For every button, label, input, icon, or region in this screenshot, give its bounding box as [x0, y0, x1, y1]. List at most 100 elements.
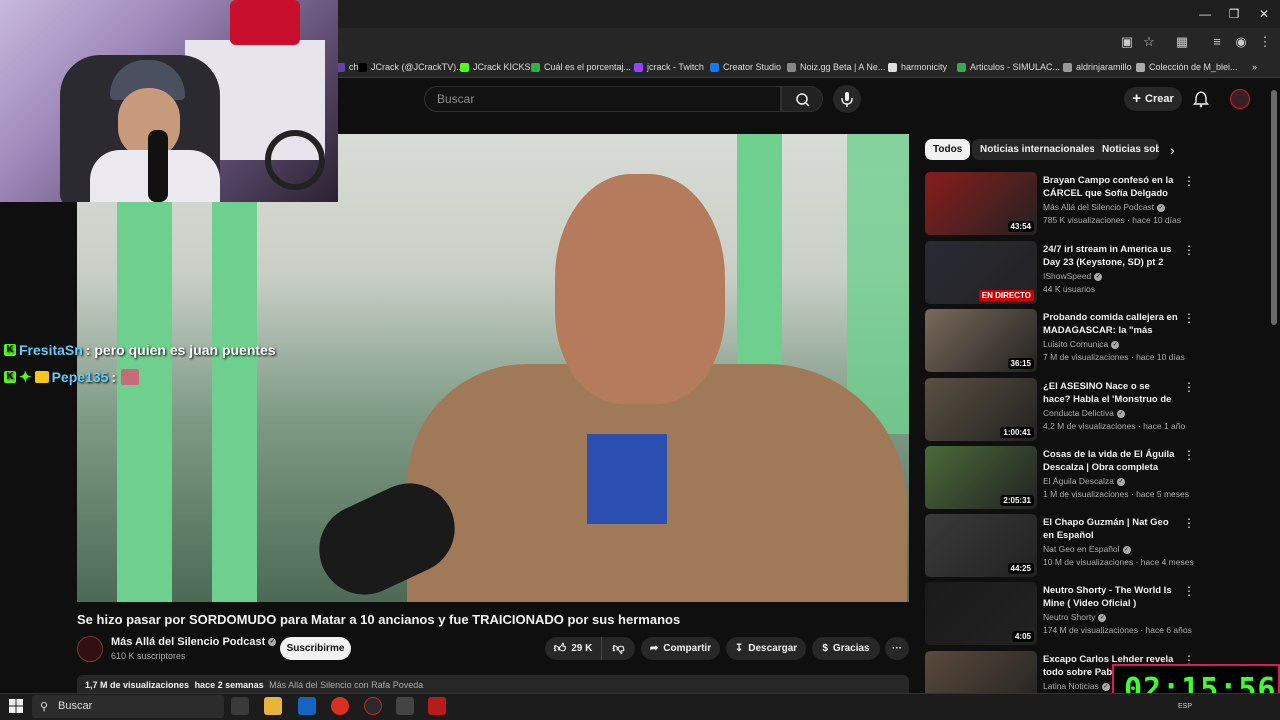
- bookmark-star-icon[interactable]: ☆: [1140, 33, 1158, 51]
- recommended-video[interactable]: EN DIRECTO 24/7 irl stream in America us …: [925, 241, 1270, 305]
- recommended-video-title[interactable]: Cosas de la vida de El Águila Descalza |…: [1043, 448, 1178, 474]
- recommended-channel[interactable]: Luisito Comunica ✓: [1043, 339, 1120, 349]
- windows-start-icon[interactable]: [8, 698, 24, 714]
- video-menu-icon[interactable]: ⋮: [1183, 174, 1195, 188]
- video-player[interactable]: [77, 134, 909, 602]
- recommended-channel[interactable]: Más Allá del Silencio Podcast ✓: [1043, 202, 1166, 212]
- channel-name[interactable]: Más Allá del Silencio Podcast ✓: [111, 636, 277, 648]
- subscriber-count: 610 K suscriptores: [111, 651, 186, 661]
- recommended-video-title[interactable]: 24/7 irl stream in America us Day 23 (Ke…: [1043, 243, 1178, 269]
- bookmark-item[interactable]: JCrack (@JCrackTV)...: [358, 59, 464, 75]
- video-menu-icon[interactable]: ⋮: [1183, 584, 1195, 598]
- chrome-icon[interactable]: [331, 697, 349, 715]
- video-thumbnail[interactable]: EN DIRECTO: [925, 241, 1037, 304]
- maximize-icon[interactable]: ❐: [1219, 4, 1249, 24]
- thanks-button[interactable]: $ Gracias: [812, 637, 880, 660]
- notifications-bell-icon[interactable]: [1192, 90, 1210, 108]
- profile-icon[interactable]: ◉: [1232, 33, 1250, 51]
- recommended-channel[interactable]: Conducta Delictiva ✓: [1043, 408, 1125, 418]
- chat-username: Pepe135: [51, 369, 109, 385]
- share-button[interactable]: ➦ Compartir: [641, 637, 720, 660]
- browser-menu-icon[interactable]: ⋮: [1256, 33, 1274, 51]
- page-scrollbar[interactable]: [1271, 90, 1277, 325]
- app-icon[interactable]: [396, 697, 414, 715]
- more-bookmarks-icon[interactable]: »: [1252, 59, 1257, 75]
- bookmark-item[interactable]: jcrack - Twitch: [634, 59, 704, 75]
- search-input[interactable]: Buscar: [424, 86, 781, 112]
- bookmark-item[interactable]: Colección de M_blei...: [1136, 59, 1238, 75]
- recommended-video[interactable]: 43:54 Brayan Campo confesó en la CÁRCEL q…: [925, 172, 1270, 236]
- video-menu-icon[interactable]: ⋮: [1183, 516, 1195, 530]
- bookmark-label: JCrack KICKS: [473, 62, 531, 72]
- minimize-icon[interactable]: —: [1190, 4, 1220, 24]
- extensions-icon[interactable]: ▦: [1173, 33, 1191, 51]
- video-menu-icon[interactable]: ⋮: [1183, 243, 1195, 257]
- taskbar-search-input[interactable]: Buscar: [32, 695, 224, 718]
- bookmark-item[interactable]: Noiz.gg Beta | A Ne...: [787, 59, 885, 75]
- bookmark-label: harmonicity: [901, 62, 948, 72]
- cast-icon[interactable]: ▣: [1118, 33, 1136, 51]
- recommended-video-title[interactable]: Brayan Campo confesó en la CÁRCEL que So…: [1043, 174, 1178, 200]
- video-thumbnail[interactable]: 36:15: [925, 309, 1037, 372]
- recommended-video-title[interactable]: Probando comida callejera en MADAGASCAR:…: [1043, 311, 1178, 337]
- recommended-channel[interactable]: IShowSpeed ✓: [1043, 271, 1103, 281]
- kick-badge-icon: K: [4, 371, 16, 383]
- recommended-video[interactable]: 4:05 Neutro Shorty - The World Is Mine ( …: [925, 582, 1270, 646]
- account-avatar[interactable]: [1230, 89, 1250, 109]
- description-box[interactable]: 1,7 M de visualizaciones hace 2 semanas …: [77, 675, 909, 693]
- recommended-channel[interactable]: Nat Geo en Español ✓: [1043, 544, 1131, 554]
- dislike-button[interactable]: 👎︎: [601, 637, 635, 660]
- emote-icon: [121, 369, 140, 385]
- recommended-channel[interactable]: Neutro Shorty ✓: [1043, 612, 1107, 622]
- recommended-channel[interactable]: Latina Noticias ✓: [1043, 681, 1110, 691]
- obs-icon[interactable]: [364, 697, 382, 715]
- video-menu-icon[interactable]: ⋮: [1183, 380, 1195, 394]
- create-button[interactable]: + Crear: [1124, 87, 1182, 111]
- chat-username: FresitaSn: [19, 342, 83, 358]
- bookmark-item[interactable]: harmonicity: [888, 59, 947, 75]
- task-view-icon[interactable]: [231, 697, 249, 715]
- chips-next-chevron-icon[interactable]: ›: [1170, 142, 1175, 158]
- bookmark-item[interactable]: Creator Studio: [710, 59, 781, 75]
- bookmark-item[interactable]: JCrack KICKS: [460, 59, 531, 75]
- recommended-channel-name: Nat Geo en Español: [1043, 544, 1120, 554]
- subscribe-button[interactable]: Suscribirme: [280, 637, 351, 660]
- video-thumbnail[interactable]: 4:05: [925, 582, 1037, 645]
- more-actions-button[interactable]: ···: [885, 637, 909, 660]
- bookmark-item[interactable]: Articulos - SIMULAC...: [957, 59, 1060, 75]
- bookmark-item[interactable]: ch: [336, 59, 359, 75]
- crown-badge-icon: [34, 371, 49, 383]
- recommended-video-title[interactable]: Neutro Shorty - The World Is Mine ( Vide…: [1043, 584, 1178, 610]
- recommended-video-title[interactable]: ¿El ASESINO Nace o se hace? Habla el 'Mo…: [1043, 380, 1178, 406]
- chip-international-news[interactable]: Noticias internacionales: [972, 139, 1104, 160]
- recommended-video[interactable]: 44:25 El Chapo Guzmán | Nat Geo en Españo…: [925, 514, 1270, 578]
- channel-avatar[interactable]: [77, 636, 103, 662]
- bookmark-item[interactable]: aldrinjaramillo: [1063, 59, 1132, 75]
- search-button[interactable]: [781, 86, 823, 112]
- voice-search-button[interactable]: [833, 85, 861, 113]
- media-control-icon[interactable]: ≡: [1208, 33, 1226, 51]
- chip-news-about[interactable]: Noticias sobre: [1094, 139, 1159, 160]
- recommended-channel-name: Neutro Shorty: [1043, 612, 1096, 622]
- video-thumbnail[interactable]: 44:25: [925, 514, 1037, 577]
- video-menu-icon[interactable]: ⋮: [1183, 311, 1195, 325]
- close-icon[interactable]: ✕: [1249, 4, 1279, 24]
- bookmark-item[interactable]: Cuál es el porcentaj...: [531, 59, 631, 75]
- outlook-icon[interactable]: [298, 697, 316, 715]
- video-menu-icon[interactable]: ⋮: [1183, 448, 1195, 462]
- recommended-video[interactable]: 36:15 Probando comida callejera en MADAGA…: [925, 309, 1270, 373]
- chip-all[interactable]: Todos: [925, 139, 971, 160]
- recommended-video[interactable]: 2:05:31 Cosas de la vida de El Águila Des…: [925, 446, 1270, 510]
- video-thumbnail[interactable]: 1:00:41: [925, 378, 1037, 441]
- video-thumbnail[interactable]: 2:05:31: [925, 446, 1037, 509]
- like-button[interactable]: 👍︎ 29 K: [545, 637, 601, 660]
- file-explorer-icon[interactable]: [264, 697, 282, 715]
- bookmark-label: Articulos - SIMULAC...: [970, 62, 1061, 72]
- app-icon[interactable]: [428, 697, 446, 715]
- recommended-video-title[interactable]: El Chapo Guzmán | Nat Geo en Español: [1043, 516, 1178, 542]
- recommended-channel[interactable]: El Águila Descalza ✓: [1043, 476, 1125, 486]
- video-thumbnail[interactable]: 43:54: [925, 172, 1037, 235]
- recommended-video-meta: 10 M de visualizaciones · hace 4 meses: [1043, 557, 1194, 567]
- download-button[interactable]: ↧ Descargar: [726, 637, 806, 660]
- recommended-video[interactable]: 1:00:41 ¿El ASESINO Nace o se hace? Habla…: [925, 378, 1270, 442]
